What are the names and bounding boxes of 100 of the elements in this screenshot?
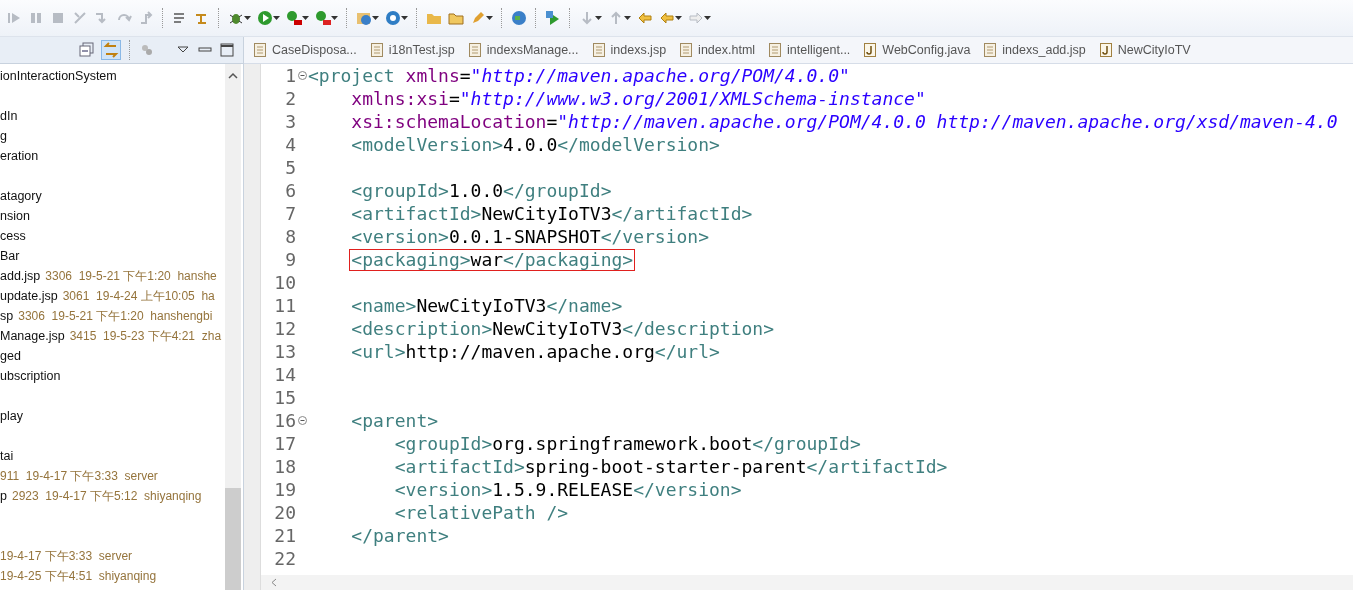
scroll-left-icon[interactable] [271, 578, 277, 587]
run-icon[interactable] [286, 10, 302, 26]
code-line: <groupId>org.springframework.boot</groupId> [393, 432, 862, 455]
line-number: 16 [273, 410, 296, 431]
line-number: 11 [273, 295, 296, 316]
file-info: 2923 19-4-17 下午5:12 shiyanqing [11, 487, 202, 505]
editor-tab[interactable]: CaseDisposa... [252, 37, 369, 63]
line-number: 9 [284, 249, 296, 270]
code-line: <groupId>1.0.0</groupId> [350, 179, 613, 202]
back-icon[interactable] [637, 10, 653, 26]
resume-icon[interactable] [6, 10, 22, 26]
suspend-icon[interactable] [28, 10, 44, 26]
tree-item[interactable]: Bar [0, 249, 20, 263]
tree-item[interactable]: nsion [0, 209, 30, 223]
line-number: 2 [284, 88, 296, 109]
tree-item[interactable]: cess [0, 229, 26, 243]
line-number: 18 [273, 456, 296, 477]
line-number: 3 [284, 111, 296, 132]
tree-item[interactable]: ged [0, 349, 21, 363]
tree-item[interactable]: tai [0, 449, 14, 463]
fold-icon[interactable] [298, 71, 307, 80]
code-line: <url>http://maven.apache.org</url> [350, 340, 721, 363]
file-icon [254, 43, 266, 57]
tree-item[interactable]: sp [0, 309, 14, 323]
tree-item[interactable]: add.jsp [0, 269, 41, 283]
line-number: 4 [284, 134, 296, 155]
editor-tab[interactable]: WebConfig.java [862, 37, 983, 63]
caret-icon[interactable] [302, 16, 309, 20]
line-number: 17 [273, 433, 296, 454]
caret-icon[interactable] [675, 16, 682, 20]
fold-icon[interactable] [298, 416, 307, 425]
tree-item[interactable]: p [0, 489, 7, 503]
line-number: 14 [273, 364, 296, 385]
caret-icon[interactable] [704, 16, 711, 20]
tree-item[interactable]: eration [0, 149, 39, 163]
file-icon [592, 43, 605, 57]
editor-tab[interactable]: NewCityIoTV [1097, 37, 1203, 63]
tree-item[interactable]: Manage.jsp [0, 329, 65, 343]
editor-tab[interactable]: index.html [678, 37, 768, 63]
caret-icon[interactable] [244, 16, 251, 20]
file-icon [984, 43, 997, 57]
code-line: <artifactId>spring-boot-starter-parent</artifactId> [393, 455, 949, 478]
line-number: 21 [273, 525, 296, 546]
code-line: xsi:schemaLocation="http://maven.apache.org/POM/4.0.0 http://maven.apache.org/xsd/maven-4.0 [350, 110, 1339, 133]
editor-tab[interactable]: i18nTest.jsp [368, 37, 467, 63]
scroll-up-icon[interactable] [228, 72, 238, 80]
line-number: 6 [284, 180, 296, 201]
code-line: <parent> [350, 409, 440, 432]
tree-item[interactable]: g [0, 129, 7, 143]
line-number: 12 [273, 318, 296, 339]
java-file-icon [864, 43, 877, 57]
scrollbar-thumb[interactable] [225, 488, 241, 590]
editor-tab[interactable]: intelligent... [767, 37, 863, 63]
code-line: <version>1.5.9.RELEASE</version> [393, 478, 743, 501]
code-line: <modelVersion>4.0.0</modelVersion> [350, 133, 721, 156]
tree-item[interactable]: dIn [0, 109, 18, 123]
link-with-editor-icon[interactable] [101, 40, 121, 60]
disconnect-icon[interactable] [72, 10, 88, 26]
file-icon [468, 43, 481, 57]
tree-item[interactable]: ionInteractionSystem [0, 69, 117, 83]
file-icon [680, 43, 693, 57]
file-info: 3061 19-4-24 上午10:05 ha [62, 287, 215, 305]
run-icon[interactable] [545, 10, 561, 26]
filter-icon[interactable] [139, 42, 155, 58]
folder-icon[interactable] [448, 10, 464, 26]
caret-icon[interactable] [273, 16, 280, 20]
line-number: 5 [284, 157, 296, 178]
maximize-icon[interactable] [219, 42, 235, 58]
file-icon [370, 43, 383, 57]
editor-tab[interactable]: indexs_add.jsp [982, 37, 1098, 63]
scrollbar[interactable] [225, 64, 241, 590]
line-number: 20 [273, 502, 296, 523]
editor-tab[interactable]: indexs.jsp [590, 37, 679, 63]
stop-icon[interactable] [50, 10, 66, 26]
tree-item[interactable]: ubscription [0, 369, 61, 383]
line-number: 7 [284, 203, 296, 224]
caret-icon[interactable] [624, 16, 631, 20]
code-line: <artifactId>NewCityIoTV3</artifactId> [350, 202, 754, 225]
tree-item[interactable]: update.jsp [0, 289, 58, 303]
line-number: 10 [273, 272, 296, 293]
line-number: 19 [273, 479, 296, 500]
collapse-all-icon[interactable] [79, 42, 95, 58]
caret-icon[interactable] [331, 16, 338, 20]
line-number: 1 [284, 65, 296, 86]
tree-item[interactable]: play [0, 409, 23, 423]
file-info: 3415 19-5-23 下午4:21 zha [69, 327, 222, 345]
caret-icon[interactable] [372, 16, 379, 20]
file-info: 3306 19-5-21 下午1:20 hanshe [45, 267, 217, 285]
file-info: 911 19-4-17 下午3:33 server [0, 467, 158, 485]
caret-icon[interactable] [595, 16, 602, 20]
step-return-icon[interactable] [138, 10, 154, 26]
circle-icon[interactable] [385, 10, 401, 26]
editor-tab[interactable]: indexsManage... [466, 37, 591, 63]
caret-icon[interactable] [486, 16, 493, 20]
run-icon[interactable] [315, 10, 331, 26]
file-info: 3306 19-5-21 下午1:20 hanshengbi [18, 307, 213, 325]
caret-icon[interactable] [401, 16, 408, 20]
scrollbar[interactable] [261, 575, 1353, 590]
tree-item[interactable]: atagory [0, 189, 42, 203]
play-icon[interactable] [257, 10, 273, 26]
